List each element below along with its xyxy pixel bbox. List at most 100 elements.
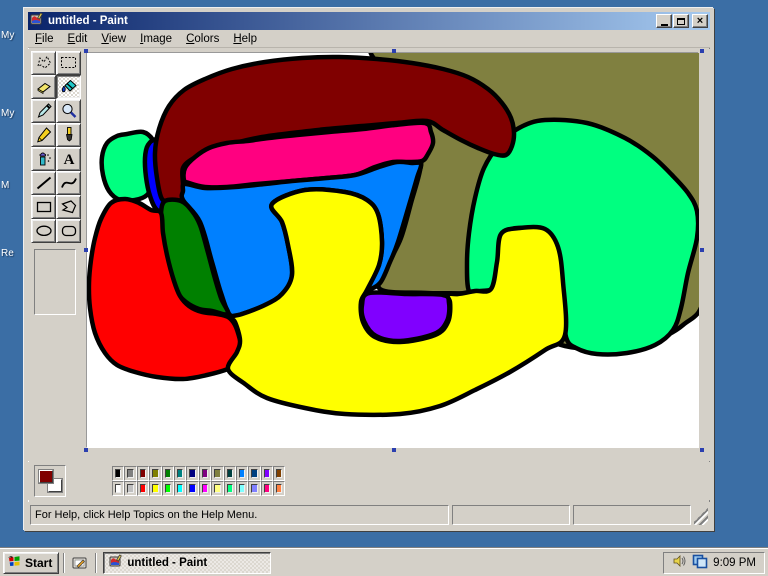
task-button-label: untitled - Paint bbox=[127, 556, 208, 569]
palette-swatch[interactable] bbox=[149, 481, 162, 496]
show-desktop-icon[interactable] bbox=[69, 553, 91, 573]
volume-icon[interactable] bbox=[672, 554, 687, 571]
paint-canvas[interactable] bbox=[86, 52, 699, 448]
menu-image[interactable]: Image bbox=[133, 32, 179, 46]
palette-swatch[interactable] bbox=[161, 481, 174, 496]
tool-eraser[interactable] bbox=[31, 75, 56, 99]
palette-swatch[interactable] bbox=[223, 481, 236, 496]
color-bar bbox=[28, 462, 710, 500]
canvas-resize-handle[interactable] bbox=[700, 49, 704, 53]
palette-swatch[interactable] bbox=[186, 481, 199, 496]
tool-magnifier[interactable] bbox=[56, 99, 81, 123]
palette-swatch[interactable] bbox=[124, 481, 137, 496]
taskbar: Start untitled - Paint 9:09 PM bbox=[0, 548, 768, 576]
tool-select[interactable] bbox=[56, 51, 81, 75]
palette-swatch[interactable] bbox=[136, 481, 150, 496]
task-button-paint[interactable]: untitled - Paint bbox=[103, 551, 272, 574]
tool-pick-color[interactable] bbox=[31, 99, 56, 123]
tool-curve[interactable] bbox=[56, 171, 81, 195]
maximize-button[interactable] bbox=[673, 14, 689, 28]
palette-swatch[interactable] bbox=[186, 466, 199, 481]
status-panel-2 bbox=[452, 505, 570, 525]
tool-box: A bbox=[28, 49, 84, 461]
tool-polygon[interactable] bbox=[56, 195, 81, 219]
status-bar: For Help, click Help Topics on the Help … bbox=[28, 502, 710, 527]
tool-fill-with-color[interactable] bbox=[56, 75, 81, 99]
palette-swatch[interactable] bbox=[235, 481, 249, 496]
canvas-resize-handle[interactable] bbox=[84, 49, 88, 53]
desktop: My My M Re untitled - Paint × File Edit View I… bbox=[0, 0, 768, 576]
desktop-icon-label[interactable]: My bbox=[1, 30, 14, 41]
tool-options-box[interactable] bbox=[34, 249, 76, 315]
palette-swatch[interactable] bbox=[149, 466, 162, 481]
palette-swatch[interactable] bbox=[112, 481, 125, 496]
palette-swatch[interactable] bbox=[273, 481, 286, 496]
color-indicator[interactable] bbox=[34, 465, 66, 497]
tool-brush[interactable] bbox=[56, 123, 81, 147]
palette-swatch[interactable] bbox=[211, 466, 224, 481]
palette-swatch[interactable] bbox=[112, 466, 125, 481]
canvas-resize-handle[interactable] bbox=[392, 49, 396, 53]
tool-rounded-rectangle[interactable] bbox=[56, 219, 81, 243]
paint-app-icon bbox=[109, 554, 123, 571]
tool-ellipse[interactable] bbox=[31, 219, 56, 243]
palette-swatch[interactable] bbox=[124, 466, 137, 481]
tool-airbrush[interactable] bbox=[31, 147, 56, 171]
svg-text:A: A bbox=[63, 152, 74, 168]
menu-help[interactable]: Help bbox=[226, 32, 264, 46]
title-bar[interactable]: untitled - Paint × bbox=[28, 11, 710, 31]
tool-free-form-select[interactable] bbox=[31, 51, 56, 75]
taskbar-separator bbox=[95, 552, 98, 573]
tool-grid: A bbox=[31, 51, 84, 243]
tool-rectangle[interactable] bbox=[31, 195, 56, 219]
palette-swatch[interactable] bbox=[211, 481, 224, 496]
status-panel-3 bbox=[573, 505, 691, 525]
palette-swatch[interactable] bbox=[161, 466, 174, 481]
palette-swatch[interactable] bbox=[273, 466, 286, 481]
status-message: For Help, click Help Topics on the Help … bbox=[30, 505, 449, 525]
canvas-workspace bbox=[84, 49, 710, 461]
canvas-resize-handle[interactable] bbox=[84, 448, 88, 452]
window-title: untitled - Paint bbox=[48, 15, 128, 27]
palette-swatch[interactable] bbox=[248, 466, 261, 481]
palette-swatch[interactable] bbox=[173, 466, 187, 481]
palette-swatch[interactable] bbox=[136, 466, 150, 481]
palette-swatch[interactable] bbox=[260, 466, 274, 481]
canvas-resize-handle[interactable] bbox=[392, 448, 396, 452]
menu-colors[interactable]: Colors bbox=[179, 32, 226, 46]
palette-swatch[interactable] bbox=[248, 481, 261, 496]
paint-app-icon bbox=[30, 11, 44, 31]
menu-bar: File Edit View Image Colors Help bbox=[28, 30, 710, 48]
start-button-label: Start bbox=[25, 555, 53, 570]
desktop-icon-label[interactable]: Re bbox=[1, 248, 14, 259]
canvas-drawing bbox=[87, 53, 699, 448]
tool-line[interactable] bbox=[31, 171, 56, 195]
menu-view[interactable]: View bbox=[94, 32, 133, 46]
palette-swatch[interactable] bbox=[198, 481, 212, 496]
palette-swatch[interactable] bbox=[235, 466, 249, 481]
painted-region-purple-blob[interactable] bbox=[359, 290, 452, 344]
canvas-resize-handle[interactable] bbox=[700, 448, 704, 452]
palette-swatch[interactable] bbox=[223, 466, 236, 481]
foreground-color-swatch bbox=[38, 469, 54, 484]
clock: 9:09 PM bbox=[713, 556, 756, 569]
canvas-resize-handle[interactable] bbox=[84, 248, 88, 252]
palette-swatch[interactable] bbox=[198, 466, 212, 481]
color-palette bbox=[112, 466, 286, 496]
tool-pencil[interactable] bbox=[31, 123, 56, 147]
paint-window: untitled - Paint × File Edit View Image Colo… bbox=[24, 8, 714, 531]
desktop-icon-label[interactable]: My bbox=[1, 108, 14, 119]
canvas-resize-handle[interactable] bbox=[700, 248, 704, 252]
start-button[interactable]: Start bbox=[3, 551, 60, 574]
resize-grip[interactable] bbox=[694, 505, 708, 525]
menu-edit[interactable]: Edit bbox=[61, 32, 95, 46]
menu-file[interactable]: File bbox=[28, 32, 61, 46]
desktop-icon-label[interactable]: M bbox=[1, 180, 9, 191]
tool-text[interactable]: A bbox=[56, 147, 81, 171]
palette-swatch[interactable] bbox=[173, 481, 187, 496]
tray-app-icon[interactable] bbox=[692, 554, 708, 572]
windows-logo-icon bbox=[7, 554, 22, 571]
palette-swatch[interactable] bbox=[260, 481, 274, 496]
minimize-button[interactable] bbox=[656, 14, 672, 28]
close-button[interactable]: × bbox=[692, 14, 708, 28]
